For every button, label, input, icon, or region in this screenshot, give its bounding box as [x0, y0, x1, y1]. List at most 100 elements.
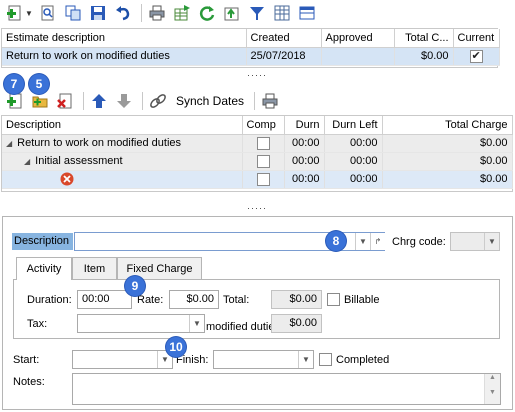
filter-icon: [249, 7, 264, 20]
copy-estimate-button[interactable]: [62, 2, 84, 24]
notes-label: Notes:: [13, 376, 45, 388]
delete-document-icon: [57, 93, 72, 109]
billable-checkbox[interactable]: [327, 293, 340, 306]
created-cell[interactable]: 25/07/2018: [246, 47, 322, 66]
durn-cell[interactable]: 00:00: [284, 134, 325, 153]
durn-left-cell[interactable]: 00:00: [324, 134, 383, 153]
tree-node-cell[interactable]: [2, 170, 243, 189]
export-button[interactable]: [171, 2, 193, 24]
upload-button[interactable]: [221, 2, 243, 24]
expand-triangle-icon[interactable]: ◢: [24, 157, 30, 166]
chevron-down-icon[interactable]: ▼: [485, 389, 500, 396]
tab-item[interactable]: Item: [72, 257, 117, 279]
table-row[interactable]: ◢ Initial assessment 00:00 00:00 $0.00: [2, 152, 513, 171]
callout-badge-9: 9: [125, 276, 145, 296]
print-activities-button[interactable]: [259, 90, 281, 112]
column-header-durn[interactable]: Durn: [284, 116, 325, 135]
main-toolbar: ▼: [0, 0, 515, 26]
save-button[interactable]: [87, 2, 109, 24]
chevron-down-icon[interactable]: ▼: [25, 9, 33, 18]
tree-node-cell[interactable]: ◢ Return to work on modified duties: [2, 134, 243, 153]
current-cell[interactable]: [453, 47, 500, 66]
tax-select[interactable]: [77, 314, 205, 333]
error-circle-icon: [60, 172, 74, 186]
tax-note-label: modified duties: [206, 321, 280, 333]
approved-cell[interactable]: [321, 47, 395, 66]
undo-button[interactable]: [112, 2, 134, 24]
estimate-grid: Estimate description Created Approved To…: [1, 28, 500, 68]
link-icon: [150, 94, 166, 108]
durn-cell[interactable]: 00:00: [284, 170, 325, 189]
edit-estimate-button[interactable]: [37, 2, 59, 24]
total-charge-cell[interactable]: $0.00: [382, 134, 513, 153]
expand-triangle-icon[interactable]: ◢: [6, 139, 12, 148]
column-header-created[interactable]: Created: [246, 29, 322, 48]
start-label: Start:: [13, 354, 40, 366]
tab-fixed-charge[interactable]: Fixed Charge: [117, 257, 202, 279]
column-header-estimate-description[interactable]: Estimate description: [2, 29, 247, 48]
rate-input[interactable]: $0.00: [169, 290, 219, 309]
completed-checkbox[interactable]: [319, 353, 332, 366]
chrg-code-label: Chrg code:: [392, 236, 446, 248]
comp-cell[interactable]: [242, 152, 285, 171]
lookup-arrow-icon[interactable]: ↱: [370, 233, 385, 250]
column-header-total-charge[interactable]: Total C...: [394, 29, 454, 48]
synch-dates-icon-button[interactable]: [147, 90, 169, 112]
comp-checkbox[interactable]: [256, 154, 270, 168]
notes-textarea[interactable]: [72, 373, 501, 405]
column-header-comp[interactable]: Comp: [242, 116, 285, 135]
chevron-down-icon[interactable]: ▼: [484, 233, 499, 250]
duration-label: Duration:: [27, 294, 72, 306]
columns-button[interactable]: [271, 2, 293, 24]
printer-icon: [262, 93, 278, 109]
durn-left-cell[interactable]: 00:00: [324, 170, 383, 189]
print-button[interactable]: [146, 2, 168, 24]
activities-grid: Description Comp Durn Durn Left Total Ch…: [1, 115, 513, 192]
filter-button[interactable]: [246, 2, 268, 24]
total-cell[interactable]: $0.00: [394, 47, 454, 66]
comp-cell[interactable]: [242, 134, 285, 153]
chevron-up-icon[interactable]: ▲: [485, 374, 500, 381]
table-row[interactable]: 00:00 00:00 $0.00: [2, 170, 513, 189]
comp-checkbox[interactable]: [256, 172, 270, 186]
move-down-button[interactable]: [113, 90, 135, 112]
layout-button[interactable]: [296, 2, 318, 24]
column-header-durn-left[interactable]: Durn Left: [324, 116, 383, 135]
total-charge-cell[interactable]: $0.00: [382, 170, 513, 189]
table-row[interactable]: ◢ Return to work on modified duties 00:00…: [2, 134, 513, 153]
comp-cell[interactable]: [242, 170, 285, 189]
column-header-approved[interactable]: Approved: [321, 29, 395, 48]
tree-node-cell[interactable]: ◢ Initial assessment: [2, 152, 243, 171]
splitter-handle[interactable]: ·····: [247, 203, 267, 213]
notes-scrollbar[interactable]: ▲ ▼: [484, 374, 500, 404]
column-header-description[interactable]: Description: [2, 116, 243, 135]
move-up-button[interactable]: [88, 90, 110, 112]
column-header-current[interactable]: Current: [453, 29, 500, 48]
panel-layout-icon: [299, 6, 315, 20]
total-charge-cell[interactable]: $0.00: [382, 152, 513, 171]
add-estimate-button[interactable]: [4, 2, 26, 24]
durn-cell[interactable]: 00:00: [284, 152, 325, 171]
callout-badge-5: 5: [29, 74, 49, 94]
refresh-button[interactable]: [196, 2, 218, 24]
add-folder-icon: [32, 96, 48, 108]
column-header-total-charge[interactable]: Total Charge: [382, 116, 513, 135]
chevron-down-icon[interactable]: ▼: [355, 233, 370, 250]
copy-icon: [65, 5, 81, 21]
current-checkbox[interactable]: [469, 49, 483, 63]
rate-label: Rate:: [137, 294, 164, 306]
synch-dates-button[interactable]: Synch Dates: [176, 94, 244, 108]
delete-activity-button[interactable]: [54, 90, 76, 112]
table-row[interactable]: Return to work on modified duties 25/07/…: [2, 47, 500, 66]
activity-description: Return to work on modified duties: [17, 137, 182, 149]
refresh-icon: [199, 6, 215, 21]
printer-icon: [149, 5, 165, 21]
estimate-description-cell[interactable]: Return to work on modified duties: [2, 47, 247, 66]
splitter-handle[interactable]: ·····: [247, 70, 267, 80]
comp-checkbox[interactable]: [256, 136, 270, 150]
chevron-down-icon[interactable]: ▼: [298, 351, 313, 368]
tab-activity[interactable]: Activity: [16, 257, 72, 280]
chevron-down-icon[interactable]: ▼: [189, 315, 204, 332]
duration-input[interactable]: 00:00: [77, 290, 132, 309]
durn-left-cell[interactable]: 00:00: [324, 152, 383, 171]
